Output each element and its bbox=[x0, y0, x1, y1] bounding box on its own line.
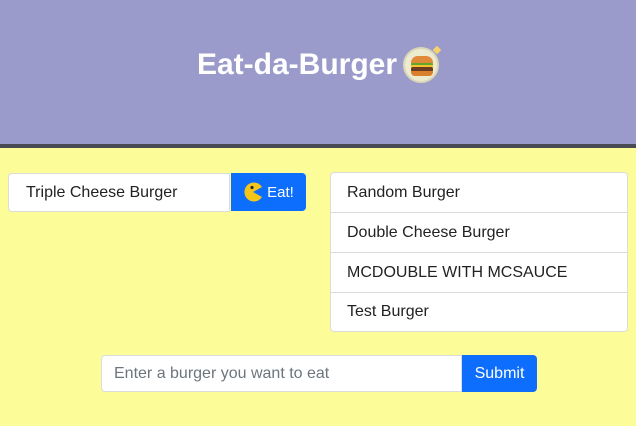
pacman-icon bbox=[244, 182, 263, 202]
header-divider bbox=[0, 144, 636, 148]
burger-input[interactable] bbox=[101, 355, 462, 392]
submit-button[interactable]: Submit bbox=[462, 355, 537, 392]
eat-button-label: Eat! bbox=[267, 183, 294, 201]
burger-icon bbox=[403, 45, 442, 83]
list-item: Random Burger bbox=[331, 173, 627, 213]
list-item: Double Cheese Burger bbox=[331, 213, 627, 253]
title-text: Eat-da-Burger bbox=[196, 48, 398, 81]
list-item: Test Burger bbox=[347, 303, 429, 320]
page-title: Eat-da-Burger bbox=[196, 45, 442, 83]
eat-button[interactable]: Eat! bbox=[231, 173, 306, 211]
devoured-list-item: Triple Cheese Burger Eat! bbox=[8, 173, 306, 212]
burger-list: Random Burger Double Cheese Burger MCDOU… bbox=[330, 172, 628, 332]
burger-name: Triple Cheese Burger bbox=[8, 173, 230, 212]
list-item: MCDOUBLE WITH MCSAUCE bbox=[331, 253, 627, 293]
page-header: Eat-da-Burger bbox=[0, 0, 636, 144]
add-burger-form: Submit bbox=[101, 355, 537, 392]
